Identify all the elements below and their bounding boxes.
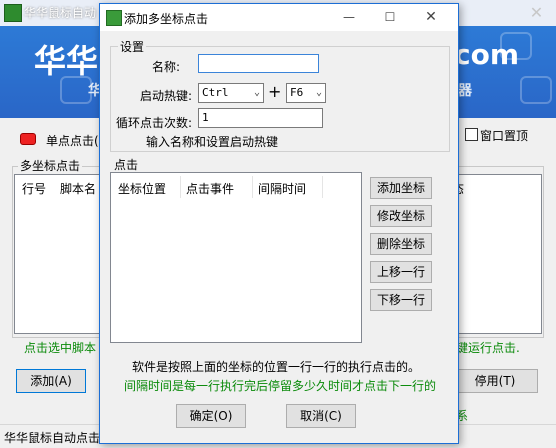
app-icon [4, 4, 22, 22]
maximize-icon[interactable]: ☐ [375, 6, 405, 28]
ok-button[interactable]: 确定(O) [176, 404, 246, 428]
loop-count-input[interactable]: 1 [198, 108, 323, 128]
edit-coordinate-button[interactable]: 修改坐标 [370, 205, 432, 227]
window-ontop-checkbox[interactable] [465, 128, 478, 141]
column-divider [322, 176, 323, 198]
add-coordinate-button[interactable]: 添加坐标 [370, 177, 432, 199]
close-icon[interactable]: ✕ [413, 6, 449, 28]
hotkey-label: 启动热键: [140, 89, 193, 103]
delete-coordinate-button[interactable]: 删除坐标 [370, 233, 432, 255]
record-icon [20, 133, 36, 145]
dialog-title: 添加多坐标点击 [124, 12, 209, 26]
banner-title-left: 华华 [34, 42, 99, 80]
window-ontop-label: 窗口置顶 [480, 129, 529, 143]
column-header-interval[interactable]: 间隔时间 [258, 180, 306, 197]
banner-subtitle-tail: 器 [458, 83, 472, 99]
chevron-down-icon: ⌄ [315, 87, 322, 98]
settings-group-label: 设置 [118, 38, 147, 55]
move-down-button[interactable]: 下移一行 [370, 289, 432, 311]
minimize-icon[interactable]: — [334, 6, 364, 28]
plus-sign: + [268, 82, 282, 101]
single-click-label: 单点点击( [46, 134, 99, 148]
hotkey-key-select[interactable]: F6 ⌄ [286, 83, 326, 103]
banner-title-right: com [454, 38, 520, 71]
multi-click-group-label: 多坐标点击 [18, 157, 83, 174]
info-text-order: 软件是按照上面的坐标的位置一行一行的执行点击的。 [132, 360, 421, 374]
main-hint-right: 键运行点击. [456, 341, 520, 355]
cancel-button[interactable]: 取消(C) [286, 404, 356, 428]
dialog-app-icon [106, 10, 122, 26]
name-input[interactable] [198, 54, 319, 73]
stop-button[interactable]: 停用(T) [452, 369, 538, 393]
column-divider [180, 176, 181, 198]
column-header-position[interactable]: 坐标位置 [118, 180, 166, 197]
hotkey-key-value: F6 [290, 86, 304, 99]
hotkey-modifier-value: Ctrl [202, 86, 229, 99]
add-multi-coord-dialog: 添加多坐标点击 — ☐ ✕ 设置 名称: 启动热键: Ctrl ⌄ + F6 ⌄… [99, 3, 459, 444]
main-window-title: 华华鼠标自动 [24, 6, 97, 20]
info-text-interval: 间隔时间是每一行执行完后停留多少久时间才点击下一行的 [124, 379, 437, 393]
coordinate-list[interactable] [110, 172, 362, 343]
loop-count-label: 循环点击次数: [116, 116, 193, 130]
status-text: 华华鼠标自动点击 [4, 431, 101, 445]
settings-hint: 输入名称和设置启动热键 [146, 135, 279, 149]
column-header-script-name[interactable]: 脚本名 [60, 180, 96, 197]
column-divider [252, 176, 253, 198]
name-label: 名称: [152, 60, 181, 74]
move-up-button[interactable]: 上移一行 [370, 261, 432, 283]
click-group-label: 点击 [114, 158, 139, 172]
add-script-button[interactable]: 添加(A) [16, 369, 86, 393]
column-header-event[interactable]: 点击事件 [186, 180, 234, 197]
main-close-icon[interactable]: ✕ [517, 0, 556, 26]
column-header-row-number[interactable]: 行号 [22, 180, 46, 197]
dialog-titlebar: 添加多坐标点击 — ☐ ✕ [100, 4, 458, 31]
hotkey-modifier-select[interactable]: Ctrl ⌄ [198, 83, 264, 103]
main-hint-left: 点击选中脚本 [24, 341, 97, 355]
chevron-down-icon: ⌄ [253, 87, 260, 98]
